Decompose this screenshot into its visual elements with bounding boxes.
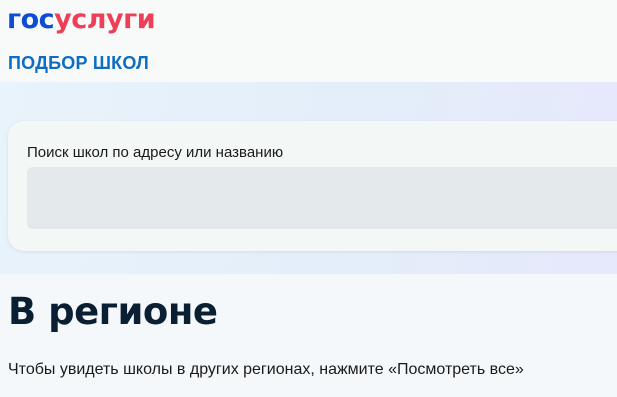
search-label: Поиск школ по адресу или названию xyxy=(27,144,284,161)
logo-part-gos: гос xyxy=(7,4,55,35)
gosuslugi-logo[interactable]: госуслуги xyxy=(7,3,156,37)
logo-part-uslugi: услуги xyxy=(54,4,156,35)
service-title[interactable]: ПОДБОР ШКОЛ xyxy=(8,52,149,74)
region-description: Чтобы увидеть школы в других регионах, н… xyxy=(8,361,524,378)
page: госуслуги ПОДБОР ШКОЛ Поиск школ по адре… xyxy=(0,0,617,397)
region-heading: В регионе xyxy=(8,290,218,333)
search-input[interactable] xyxy=(27,167,617,229)
search-card: Поиск школ по адресу или названию xyxy=(8,121,617,251)
header: госуслуги ПОДБОР ШКОЛ xyxy=(0,0,617,82)
